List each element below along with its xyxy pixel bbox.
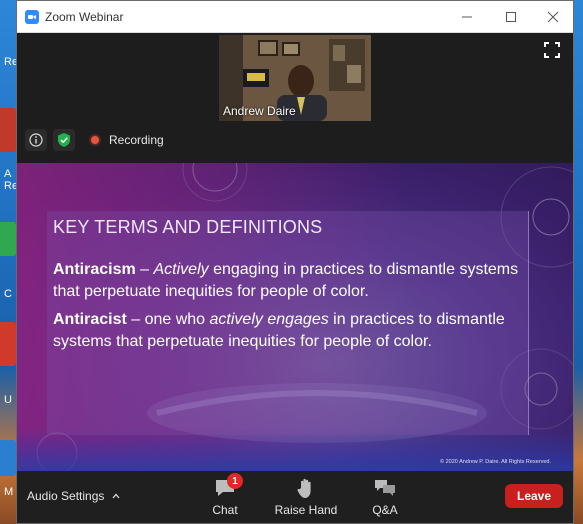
term-emphasis: actively engages: [209, 311, 329, 328]
qa-icon: [375, 480, 395, 496]
definition-text: – one who: [126, 311, 210, 328]
close-button[interactable]: [531, 1, 575, 33]
desktop-icon[interactable]: [0, 108, 16, 152]
maximize-icon: [506, 12, 516, 22]
title-bar[interactable]: Zoom Webinar: [17, 1, 573, 33]
definition-antiracist: Antiracist – one who actively engages in…: [53, 309, 523, 353]
chat-unread-badge: 1: [227, 473, 243, 489]
audio-settings-button[interactable]: Audio Settings: [27, 489, 120, 503]
chat-label: Chat: [212, 503, 238, 517]
desktop-icon-label: U: [4, 394, 12, 406]
minimize-button[interactable]: [445, 1, 489, 33]
raise-hand-icon: [297, 478, 311, 498]
desktop-right-edge: [573, 0, 583, 524]
audio-settings-label: Audio Settings: [27, 489, 105, 503]
qa-label: Q&A: [372, 503, 398, 517]
recording-label: Recording: [109, 133, 164, 147]
desktop-icon-label: M: [4, 486, 14, 498]
shield-check-icon: [58, 133, 70, 147]
minimize-icon: [462, 16, 472, 18]
video-area: Andrew Daire Recording: [17, 33, 573, 163]
qa-button[interactable]: Q&A: [345, 477, 425, 517]
definition-antiracism: Antiracism – Actively engaging in practi…: [53, 259, 523, 303]
shared-screen-slide: KEY TERMS AND DEFINITIONS Antiracism – A…: [17, 163, 573, 471]
desktop-icon[interactable]: [0, 222, 16, 256]
window-title: Zoom Webinar: [45, 9, 124, 24]
chevron-up-icon: [112, 493, 120, 499]
desktop-icon[interactable]: [0, 440, 16, 476]
leave-button[interactable]: Leave: [505, 484, 563, 508]
raise-hand-button[interactable]: Raise Hand: [266, 477, 346, 517]
recording-dot-icon: [89, 134, 101, 146]
zoom-webinar-window: Zoom Webinar Andrew Daire Recording KEY …: [16, 0, 574, 524]
desktop-icon-label: C: [4, 288, 12, 300]
meeting-toolbar: Audio Settings 1 Chat Raise Hand Q&A Lea…: [17, 471, 573, 523]
desktop-icon-label: A: [4, 168, 12, 180]
meeting-status-row: Recording: [25, 129, 164, 151]
term-dash: –: [135, 261, 154, 278]
raise-hand-label: Raise Hand: [274, 503, 338, 517]
term-emphasis: Actively: [153, 261, 209, 278]
term-antiracism: Antiracism: [53, 261, 136, 278]
desktop-icon[interactable]: [0, 322, 16, 366]
chat-button[interactable]: 1 Chat: [185, 473, 265, 517]
close-icon: [547, 11, 559, 23]
zoom-app-icon: [25, 9, 39, 24]
encryption-button[interactable]: [53, 129, 75, 151]
recording-indicator: Recording: [89, 133, 164, 147]
meeting-info-button[interactable]: [25, 129, 47, 151]
slide-heading: KEY TERMS AND DEFINITIONS: [53, 217, 323, 237]
speaker-name-label: Andrew Daire: [223, 104, 296, 118]
info-icon: [29, 133, 43, 147]
fullscreen-icon: [544, 42, 560, 58]
term-antiracist: Antiracist: [53, 311, 127, 328]
speaker-video-tile[interactable]: Andrew Daire: [219, 35, 371, 121]
fullscreen-button[interactable]: [543, 41, 561, 59]
maximize-button[interactable]: [489, 1, 533, 33]
desktop-left-edge: Re A Re C U M: [0, 0, 18, 524]
slide-copyright: © 2020 Andrew P. Daire. All Rights Reser…: [440, 459, 551, 465]
